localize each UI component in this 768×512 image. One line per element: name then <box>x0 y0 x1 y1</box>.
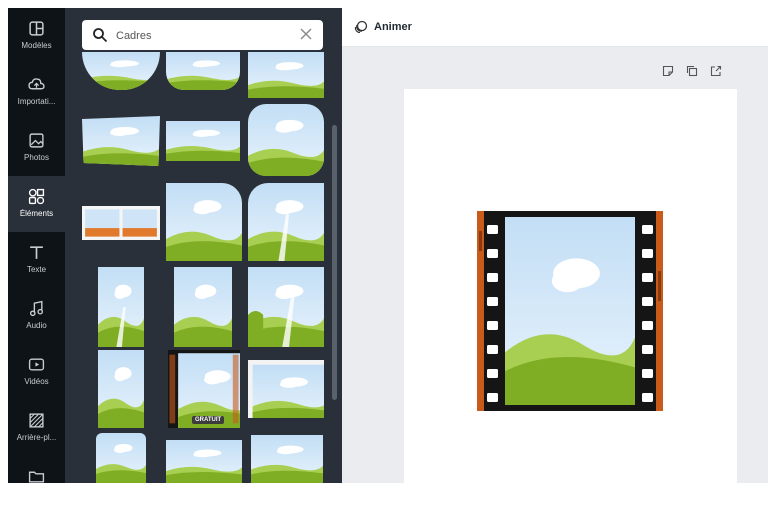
animate-button[interactable]: Animer <box>354 19 412 35</box>
sidebar-item-label: Modèles <box>21 41 52 50</box>
add-note-icon[interactable] <box>662 65 674 77</box>
sidebar-item-label: Photos <box>24 153 49 162</box>
free-badge: GRATUIT <box>192 416 225 424</box>
search-bar <box>82 20 323 50</box>
editor-topbar: Animer <box>342 8 768 47</box>
upload-cloud-icon <box>28 78 45 90</box>
sidebar-item-label: Importati... <box>17 97 56 106</box>
photo-icon <box>29 133 44 148</box>
video-play-icon <box>28 358 45 371</box>
canvas-workspace <box>342 47 768 483</box>
frame-thumbnail[interactable] <box>166 121 240 161</box>
panel-scrollbar[interactable] <box>332 125 337 400</box>
sidebar-rail: Modèles Importati... Photos Éléments Tex… <box>8 8 65 483</box>
sidebar-item-label: Éléments <box>19 209 54 218</box>
frame-thumbnail[interactable] <box>248 360 324 418</box>
frame-thumbnail[interactable] <box>96 433 146 483</box>
page-tools <box>662 65 722 77</box>
sidebar-item-label: Vidéos <box>24 377 49 386</box>
sidebar-item-folders[interactable] <box>8 456 65 512</box>
sidebar-item-uploads[interactable]: Importati... <box>8 64 65 120</box>
film-frame-element[interactable] <box>477 211 663 411</box>
frame-thumbnail[interactable] <box>98 350 144 428</box>
search-input[interactable] <box>114 26 298 46</box>
search-icon <box>93 28 108 43</box>
sidebar-item-audio[interactable]: Audio <box>8 288 65 344</box>
sidebar-item-backgrounds[interactable]: Arrière-pl... <box>8 400 65 456</box>
animate-icon <box>354 20 368 34</box>
sidebar-item-label: Texte <box>26 265 47 274</box>
frame-thumbnail[interactable] <box>82 52 160 90</box>
sidebar-item-templates[interactable]: Modèles <box>8 8 65 64</box>
sidebar-item-text[interactable]: Texte <box>8 232 65 288</box>
sidebar-item-videos[interactable]: Vidéos <box>8 344 65 400</box>
frame-thumbnail[interactable] <box>248 183 324 261</box>
templates-icon <box>29 21 44 36</box>
film-frame-thumbnail[interactable]: GRATUIT <box>168 350 240 428</box>
frame-thumbnail[interactable] <box>166 440 242 483</box>
animate-label: Animer <box>374 21 412 33</box>
design-page[interactable] <box>404 89 737 483</box>
music-note-icon <box>29 300 44 317</box>
frame-thumbnail[interactable] <box>251 435 323 483</box>
folder-icon <box>28 471 45 483</box>
elements-shapes-icon <box>28 188 45 205</box>
frame-thumbnail[interactable] <box>166 52 240 90</box>
frame-thumbnail[interactable] <box>82 116 160 166</box>
duplicate-page-icon[interactable] <box>686 65 698 77</box>
frame-thumbnail[interactable] <box>248 104 324 176</box>
frame-thumbnail[interactable] <box>82 206 160 240</box>
background-pattern-icon <box>29 413 44 428</box>
frame-thumbnail[interactable] <box>248 52 324 98</box>
text-T-icon <box>30 246 43 259</box>
sidebar-item-label: Arrière-pl... <box>16 433 57 442</box>
sidebar-item-label: Audio <box>26 321 47 330</box>
frame-thumbnail[interactable] <box>174 267 232 347</box>
close-icon[interactable] <box>299 27 313 41</box>
frame-thumbnail[interactable] <box>248 267 324 347</box>
elements-panel: GRATUIT <box>65 8 342 483</box>
share-export-icon[interactable] <box>710 65 722 77</box>
frame-thumbnail[interactable] <box>166 183 242 261</box>
sidebar-item-elements[interactable]: Éléments <box>8 176 65 232</box>
frame-thumbnail[interactable] <box>98 267 144 347</box>
sidebar-item-photos[interactable]: Photos <box>8 120 65 176</box>
